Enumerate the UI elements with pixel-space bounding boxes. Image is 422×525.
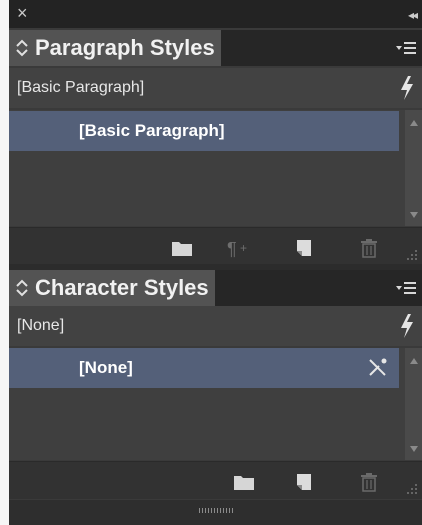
scroll-up-arrow[interactable]: [410, 120, 418, 126]
current-style-bar: [None]: [9, 306, 422, 346]
trash-icon[interactable]: [359, 472, 379, 492]
current-paragraph-style: [Basic Paragraph]: [17, 79, 145, 96]
style-name: [Basic Paragraph]: [79, 121, 225, 140]
panel-menu-icon[interactable]: [396, 41, 416, 55]
list-item[interactable]: [Basic Paragraph]: [9, 111, 399, 151]
new-style-icon[interactable]: [295, 472, 315, 492]
scroll-down-arrow[interactable]: [410, 446, 418, 452]
wand-icon: [369, 358, 387, 376]
current-style-bar: [Basic Paragraph]: [9, 68, 422, 108]
close-icon[interactable]: ×: [17, 4, 28, 22]
resize-handle-icon[interactable]: [199, 508, 235, 513]
svg-text:¶: ¶: [227, 239, 237, 258]
folder-icon[interactable]: [233, 472, 255, 492]
current-character-style: [None]: [17, 317, 65, 334]
character-styles-list: [None]: [9, 348, 422, 460]
expand-collapse-icon: [16, 39, 28, 57]
styles-panel-window: × ◂◂ Paragraph Styles [Basic Paragraph]: [9, 0, 422, 525]
collapse-panel-icon[interactable]: ◂◂: [408, 8, 418, 22]
new-style-icon[interactable]: [295, 238, 315, 258]
panel-menu-icon[interactable]: [396, 281, 416, 295]
svg-text:+: +: [240, 241, 247, 255]
paragraph-styles-panel: Paragraph Styles [Basic Paragraph] [Basi…: [9, 30, 422, 265]
tab-character-styles[interactable]: Character Styles: [9, 270, 215, 306]
character-styles-tab-row: Character Styles: [9, 270, 422, 306]
quick-apply-icon[interactable]: [398, 75, 416, 101]
quick-apply-icon[interactable]: [398, 313, 416, 339]
panel-title: Paragraph Styles: [35, 35, 215, 60]
paragraph-styles-tab-row: Paragraph Styles: [9, 30, 422, 66]
scroll-down-arrow[interactable]: [410, 212, 418, 218]
scroll-up-arrow[interactable]: [410, 358, 418, 364]
clear-overrides-icon[interactable]: ¶ +: [227, 238, 253, 258]
character-styles-panel: Character Styles [None] [None]: [9, 270, 422, 499]
expand-collapse-icon: [16, 279, 28, 297]
trash-icon[interactable]: [359, 238, 379, 258]
folder-icon[interactable]: [171, 238, 193, 258]
panel-title-bar: × ◂◂: [9, 0, 422, 28]
panel-title: Character Styles: [35, 275, 209, 300]
paragraph-styles-list: [Basic Paragraph]: [9, 110, 422, 226]
scrollbar[interactable]: [405, 110, 422, 226]
bottom-resize-bar: [9, 500, 422, 525]
resize-grip-icon[interactable]: [406, 483, 418, 495]
tab-paragraph-styles[interactable]: Paragraph Styles: [9, 30, 221, 66]
resize-grip-icon[interactable]: [406, 249, 418, 261]
panel-footer: [9, 461, 422, 499]
list-item[interactable]: [None]: [9, 348, 399, 388]
style-name: [None]: [79, 358, 133, 377]
scrollbar[interactable]: [405, 348, 422, 460]
panel-footer: ¶ +: [9, 227, 422, 265]
